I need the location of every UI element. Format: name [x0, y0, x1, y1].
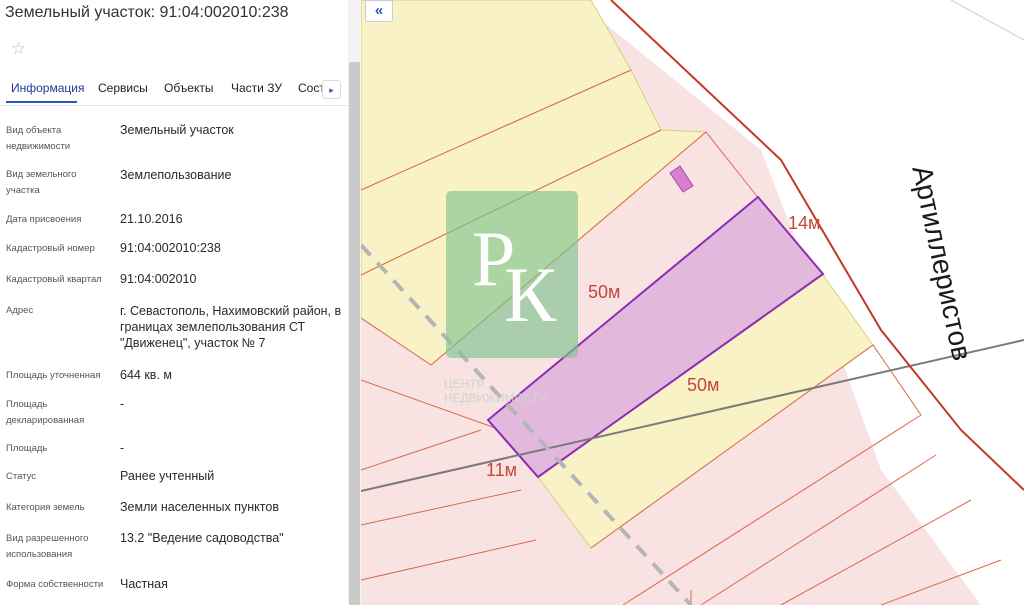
property-label: Вид разрешенного использования: [6, 533, 89, 560]
property-value: Землепользование: [120, 168, 232, 182]
watermark-line: ЦЕНТР: [444, 379, 485, 391]
property-label: Адрес: [6, 305, 34, 316]
property-value: Земли населенных пунктов: [120, 500, 279, 514]
tab-composition[interactable]: Сост: [298, 81, 325, 95]
property-value: Земельный участок: [120, 123, 234, 137]
dimension-label: 14м: [788, 213, 821, 233]
property-value: Ранее учтенный: [120, 469, 215, 483]
property-label: Кадастровый номер: [6, 243, 95, 254]
dimension-label: 11м: [486, 460, 518, 480]
property-value: 13.2 "Ведение садоводства": [120, 531, 284, 545]
tab-bar: Информация Сервисы Объекты Части ЗУ Сост: [0, 72, 348, 106]
building-marker: [669, 165, 694, 193]
property-label: Площадь уточненная: [6, 370, 101, 381]
panel-scrollbar-thumb[interactable]: [349, 62, 360, 605]
tab-information[interactable]: Информация: [11, 81, 84, 95]
info-panel: Земельный участок: 91:04:002010:238 ☆ Ин…: [0, 0, 348, 605]
property-label: Категория земель: [6, 502, 85, 513]
tab-services[interactable]: Сервисы: [98, 81, 148, 95]
active-tab-indicator: [6, 101, 77, 103]
collapse-panel-icon[interactable]: «: [365, 0, 393, 22]
dimension-label: 50м: [687, 375, 720, 395]
tab-objects[interactable]: Объекты: [164, 81, 214, 95]
page-title: Земельный участок: 91:04:002010:238: [5, 4, 289, 21]
property-value: -: [120, 397, 125, 411]
watermark-line: НЕДВИЖИМОСТИ: [444, 393, 548, 405]
watermark-text: ЦЕНТР НЕДВИЖИМОСТИ: [444, 378, 548, 406]
property-value: г. Севастополь, Нахимовский район, в гра…: [120, 304, 342, 350]
tab-parts[interactable]: Части ЗУ: [231, 81, 282, 95]
property-label: Вид земельного участка: [6, 169, 77, 196]
property-label: Форма собственности: [6, 579, 104, 590]
dimension-label: 50м: [588, 282, 621, 302]
property-value: 91:04:002010: [120, 272, 197, 286]
property-label: Кадастровый квартал: [6, 274, 102, 285]
property-label: Статус: [6, 471, 37, 482]
property-label: Вид объекта недвижимости: [6, 125, 71, 152]
property-value: 21.10.2016: [120, 212, 183, 226]
tabs-scroll-right-icon[interactable]: ▸: [322, 80, 341, 99]
watermark-letter: К: [504, 251, 557, 338]
property-label: Дата присвоения: [6, 214, 82, 225]
property-label: Площадь декларированная: [6, 399, 85, 426]
property-value: 644 кв. м: [120, 368, 172, 382]
property-value: Частная: [120, 577, 168, 591]
property-label: Площадь: [6, 443, 48, 454]
favorite-star-icon[interactable]: ☆: [11, 40, 26, 57]
property-value: 91:04:002010:238: [120, 241, 221, 255]
property-value: -: [120, 441, 125, 455]
